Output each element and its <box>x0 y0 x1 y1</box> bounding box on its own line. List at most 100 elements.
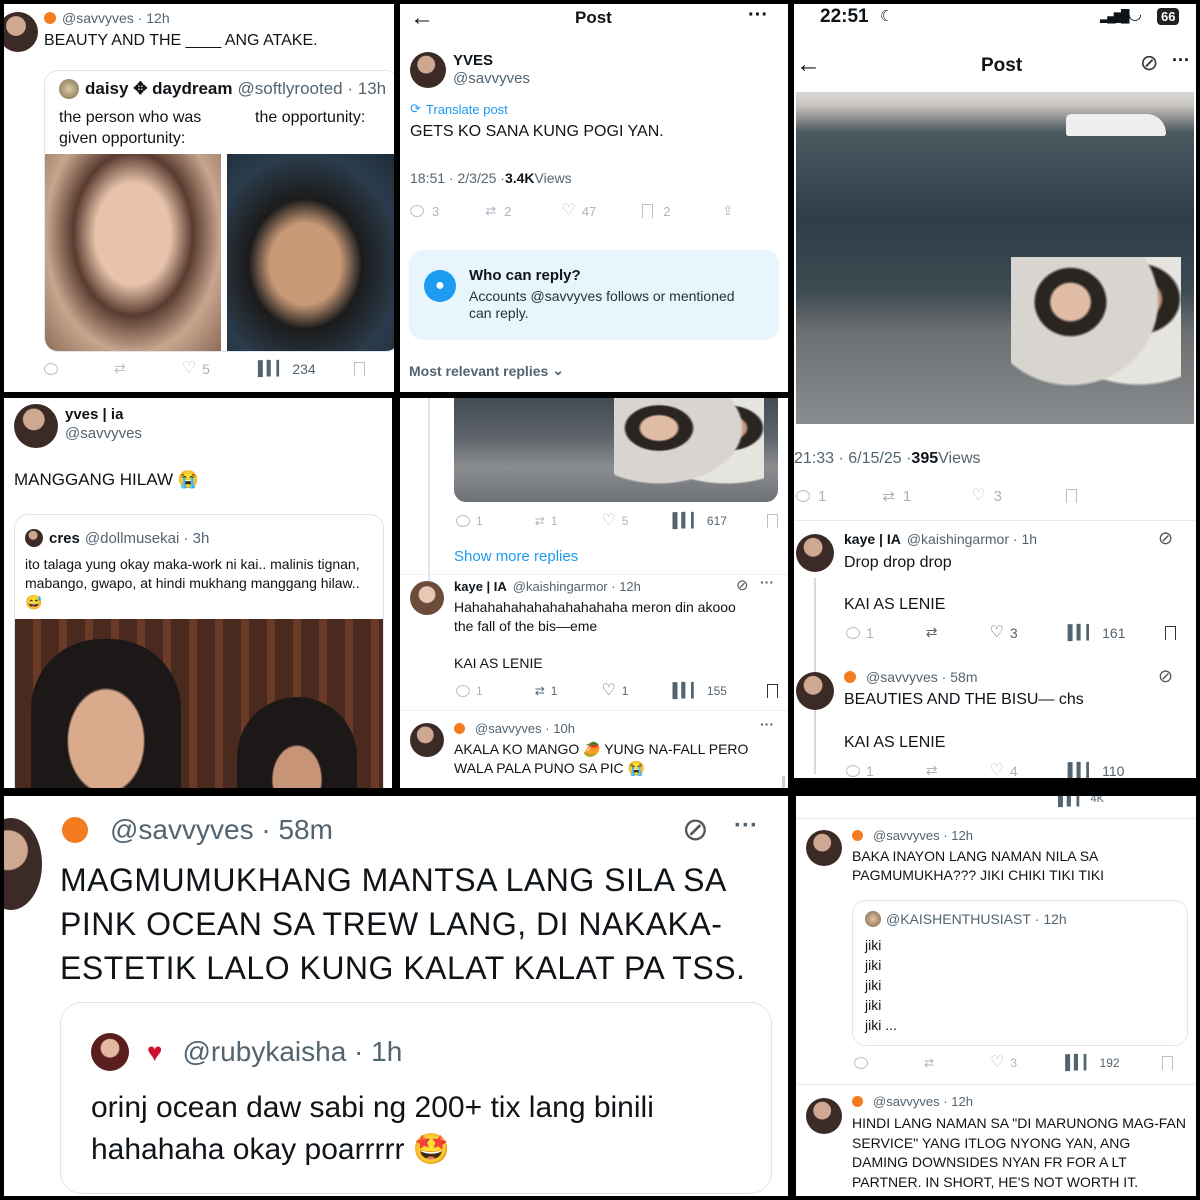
back-arrow-icon[interactable]: ← <box>410 4 434 32</box>
reply-author-name[interactable]: kaye | IA <box>454 579 507 594</box>
reply-author-handle[interactable]: @savvyves <box>866 669 938 685</box>
more-icon[interactable]: ··· <box>748 4 768 27</box>
avatar[interactable] <box>806 1098 842 1134</box>
most-relevant-replies[interactable]: Most relevant replies ⌄ <box>409 362 564 379</box>
views-count: 395 <box>911 450 939 467</box>
bookmark-icon[interactable] <box>1161 1055 1173 1070</box>
user-handle[interactable]: @savvyves <box>873 828 940 843</box>
reply-icon[interactable] <box>846 764 860 777</box>
user-handle[interactable]: @savvyves <box>873 1094 940 1109</box>
show-more-replies[interactable]: Show more replies <box>454 548 578 565</box>
bookmark-icon[interactable] <box>642 204 654 218</box>
like-count: 4 <box>1009 762 1018 779</box>
repost-count: 1 <box>902 487 912 505</box>
avatar[interactable] <box>806 830 842 866</box>
repost-icon[interactable]: ⇄ <box>926 762 938 778</box>
reply-author-handle[interactable]: @kaishingarmor <box>513 579 608 594</box>
avatar[interactable] <box>410 52 446 88</box>
repost-icon[interactable]: ⇄ <box>882 487 895 505</box>
action-bar: ⇄ ♡ 3 ▌▍▎ 192 <box>854 1054 1173 1071</box>
author-name[interactable]: YVES <box>453 52 493 69</box>
reply-icon[interactable] <box>44 362 58 375</box>
quoted-post[interactable]: ♥ @rubykaisha · 1h orinj ocean daw sabi … <box>60 1002 772 1194</box>
avatar[interactable] <box>796 534 834 572</box>
quoted-post[interactable]: daisy ✥ daydream @softlyrooted · 13h the… <box>44 70 394 352</box>
divider <box>796 818 1196 819</box>
bookmark-icon[interactable] <box>1065 489 1077 503</box>
bookmark-icon[interactable] <box>766 683 778 698</box>
avatar[interactable] <box>410 581 444 615</box>
bookmark-icon[interactable] <box>766 513 778 528</box>
reply-icon[interactable] <box>456 684 470 697</box>
repost-icon[interactable]: ⇄ <box>535 514 545 528</box>
reply-icon[interactable] <box>410 205 424 217</box>
quote-photo-right[interactable] <box>227 154 394 351</box>
post-header: @savvyves · 12h <box>852 1094 973 1109</box>
views-icon[interactable]: ▌▍▎ <box>1068 624 1097 641</box>
repost-icon[interactable]: ⇄ <box>535 684 545 698</box>
scrollbar[interactable] <box>782 776 785 788</box>
repost-icon[interactable]: ⇄ <box>924 1056 934 1070</box>
couple-figure <box>614 398 764 498</box>
heart-icon[interactable]: ♡ <box>601 682 615 699</box>
repost-icon[interactable]: ⇄ <box>485 203 496 219</box>
heart-icon[interactable]: ♡ <box>990 1054 1004 1071</box>
lips-icon: ♥ <box>147 1036 163 1067</box>
author-handle[interactable]: @savvyves <box>65 425 142 442</box>
views-icon[interactable]: ▌▍▎ <box>672 682 701 699</box>
avatar[interactable] <box>796 672 834 710</box>
repost-icon[interactable]: ⇄ <box>114 360 126 377</box>
heart-icon[interactable]: ♡ <box>990 624 1004 641</box>
views-icon[interactable]: ▌▍▎ <box>1065 1054 1094 1071</box>
heart-icon[interactable]: ♡ <box>601 512 615 529</box>
yacht-photo-thumbnail[interactable] <box>454 398 778 502</box>
status-time: 22:51 <box>820 6 869 27</box>
more-icon[interactable]: ··· <box>760 716 774 732</box>
quote-line: jiki <box>865 997 882 1013</box>
reply-icon[interactable] <box>456 514 470 527</box>
author-name[interactable]: yves | ia <box>65 406 123 423</box>
heart-icon[interactable]: ♡ <box>561 203 575 219</box>
author-handle[interactable]: @savvyves <box>453 70 530 87</box>
user-handle[interactable]: @savvyves <box>110 814 254 846</box>
bookmark-icon[interactable] <box>1165 625 1177 640</box>
yacht-photo[interactable] <box>796 92 1194 424</box>
translate-icon[interactable]: ⊘ <box>1158 528 1173 549</box>
more-icon[interactable]: ··· <box>734 812 758 840</box>
like-count: 5 <box>621 513 629 528</box>
reply-icon[interactable] <box>796 490 810 502</box>
more-icon[interactable]: ··· <box>1172 50 1190 71</box>
reply-author-handle[interactable]: @savvyves <box>475 721 542 736</box>
quoted-post[interactable]: @KAISHENTHUSIAST · 12h jiki jiki jiki ji… <box>852 900 1188 1046</box>
translate-icon[interactable]: ⊘ <box>1158 666 1173 687</box>
more-icon[interactable]: ··· <box>760 574 774 590</box>
translate-icon[interactable]: ⊘ <box>736 576 749 594</box>
share-icon[interactable]: ⇪ <box>722 203 733 219</box>
reply-header: kaye | IA @kaishingarmor · 1h <box>844 531 1038 547</box>
avatar[interactable] <box>4 818 42 910</box>
views-icon[interactable]: ▌▍▎ <box>672 512 701 529</box>
repost-icon[interactable]: ⇄ <box>926 624 938 641</box>
avatar[interactable] <box>14 404 58 448</box>
translate-icon[interactable]: ⊘ <box>682 810 709 848</box>
translate-link[interactable]: ⟳ Translate post <box>410 101 508 117</box>
heart-icon[interactable]: ♡ <box>182 360 196 377</box>
quote-photo-left[interactable] <box>45 154 221 351</box>
quoted-post[interactable]: cres @dollmusekai · 3h ito talaga yung o… <box>14 514 384 788</box>
reply-author-name[interactable]: kaye | IA <box>844 531 901 547</box>
panel-post-beauty: @savvyves · 12h BEAUTY AND THE ____ ANG … <box>4 4 394 392</box>
reply-author-handle[interactable]: @kaishingarmor <box>907 531 1009 547</box>
views-icon[interactable]: ▌▍▎ <box>258 360 287 377</box>
quote-photo[interactable] <box>15 619 383 788</box>
bookmark-icon[interactable] <box>353 361 365 376</box>
reply-icon[interactable] <box>846 626 860 639</box>
user-handle[interactable]: @savvyves <box>62 10 134 26</box>
views-icon[interactable]: ▌▍▎ <box>1068 762 1097 778</box>
translate-icon[interactable]: ⊘ <box>1140 50 1158 76</box>
heart-icon[interactable]: ♡ <box>990 762 1004 778</box>
reply-icon[interactable] <box>854 1056 868 1069</box>
back-arrow-icon[interactable]: ← <box>796 50 821 79</box>
heart-icon[interactable]: ♡ <box>971 488 985 504</box>
avatar[interactable] <box>410 723 444 757</box>
avatar[interactable] <box>4 12 38 52</box>
